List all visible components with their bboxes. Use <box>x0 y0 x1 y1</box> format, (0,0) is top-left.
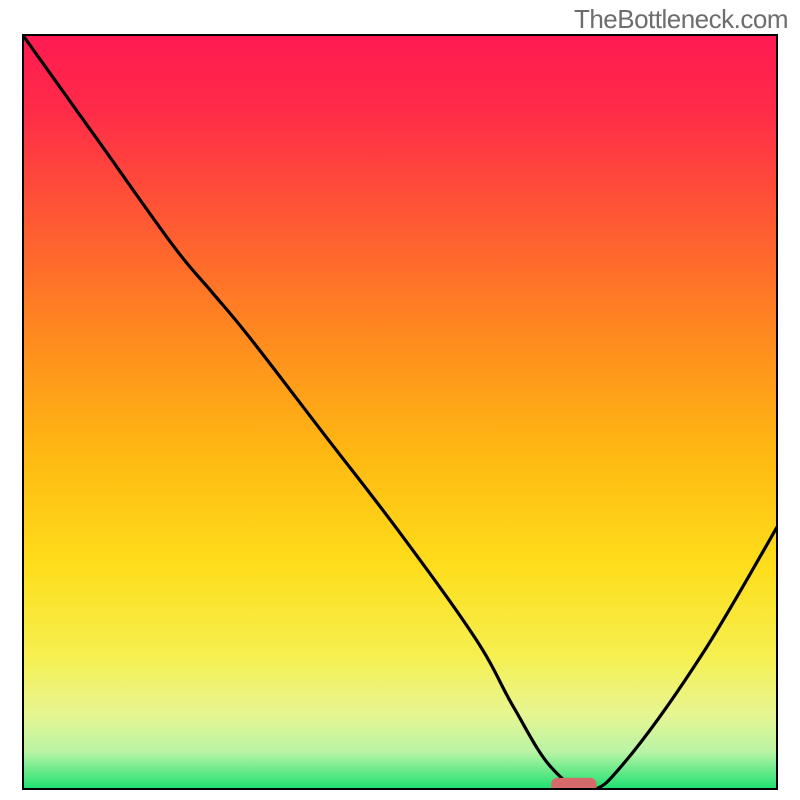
chart-frame: TheBottleneck.com <box>0 0 800 800</box>
bottleneck-chart <box>22 34 778 790</box>
plot-area <box>22 34 778 790</box>
watermark-text: TheBottleneck.com <box>574 4 788 35</box>
gradient-background <box>22 34 778 790</box>
